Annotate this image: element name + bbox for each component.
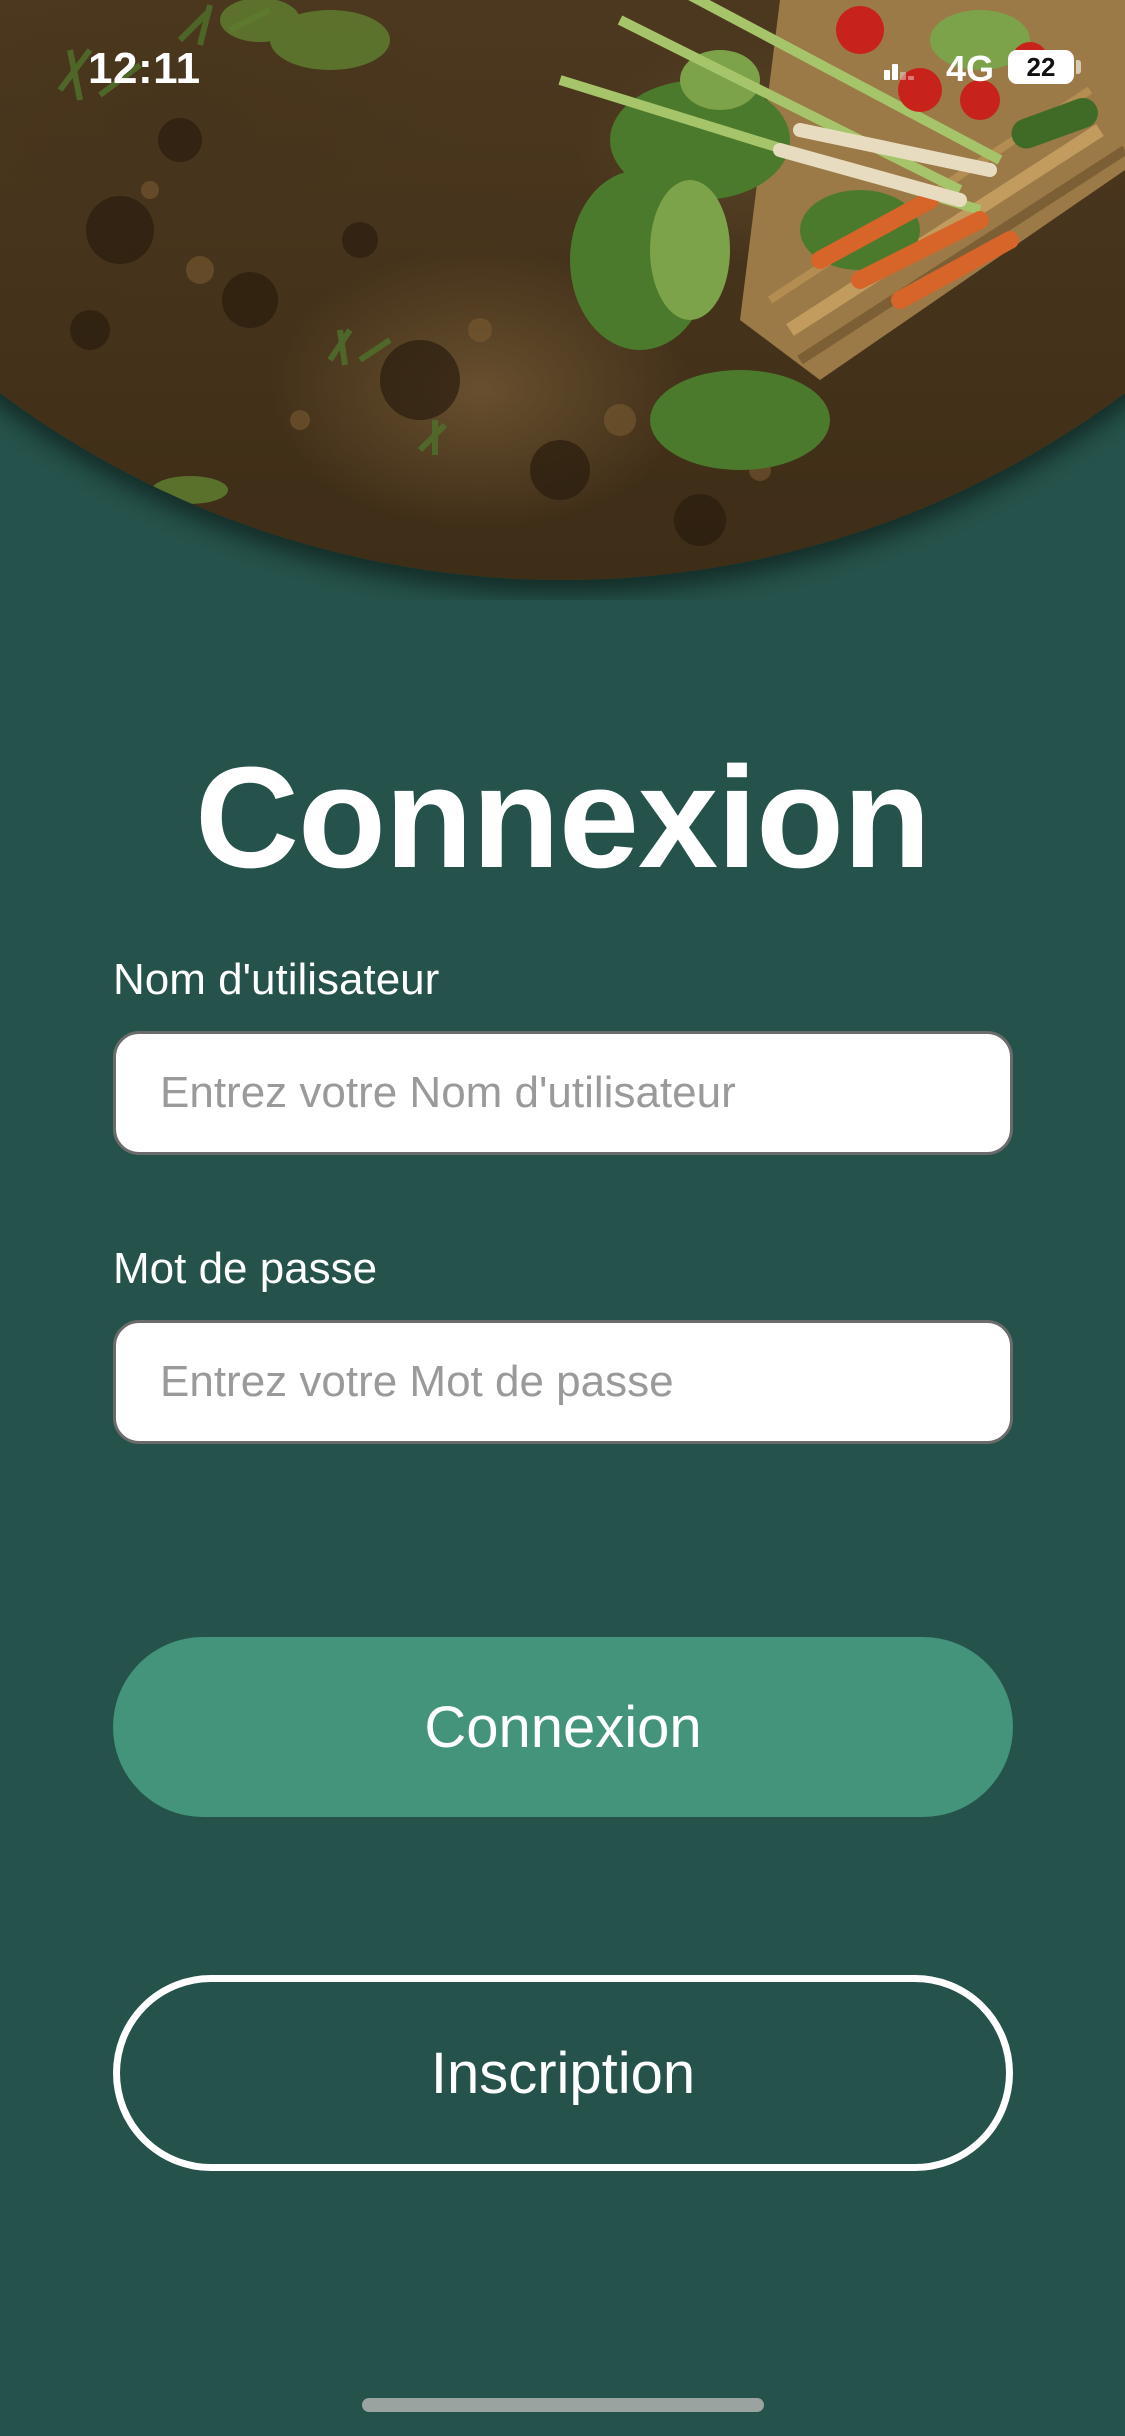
login-screen: 12:11 4G 22 Connexion Nom d'utilisateur … [0, 0, 1125, 2436]
status-bar: 12:11 4G 22 [0, 0, 1125, 140]
password-label: Mot de passe [113, 1244, 378, 1293]
password-input[interactable] [113, 1320, 1013, 1444]
login-button[interactable]: Connexion [113, 1637, 1013, 1817]
cellular-signal-icon [884, 64, 914, 80]
status-time: 12:11 [88, 44, 201, 93]
username-label: Nom d'utilisateur [113, 955, 440, 1004]
username-input[interactable] [113, 1031, 1013, 1155]
network-type: 4G [946, 48, 995, 89]
page-title: Connexion [195, 737, 931, 898]
battery-cap [1076, 60, 1081, 74]
home-indicator[interactable] [362, 2398, 764, 2412]
register-button[interactable]: Inscription [113, 1975, 1013, 2171]
battery-icon: 22 [1008, 50, 1074, 84]
